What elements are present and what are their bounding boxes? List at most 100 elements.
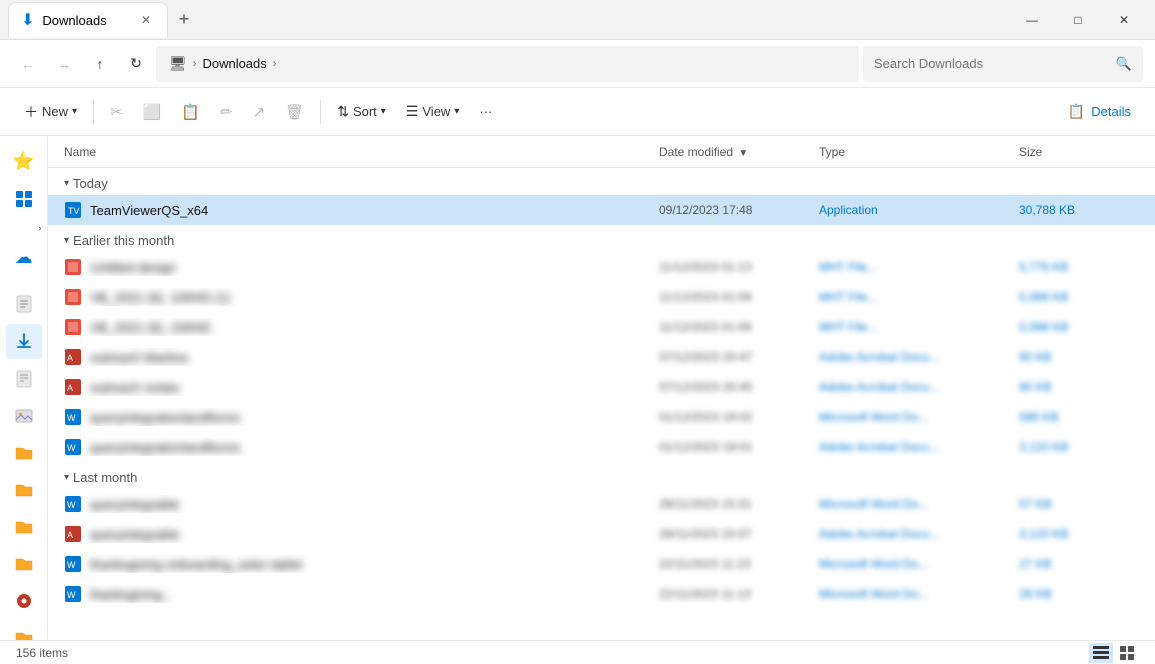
file-name-text: Untitled design xyxy=(90,260,176,275)
file-type: Microsoft Word Do... xyxy=(819,557,1019,571)
file-icon: W xyxy=(64,585,82,603)
file-date: 11/12/2023 01:09 xyxy=(659,290,819,304)
file-header: Name Date modified ▼ Type Size xyxy=(48,136,1155,168)
file-name-cell: A outreach Martina xyxy=(64,348,659,366)
sidebar-item-pictures[interactable] xyxy=(6,398,42,433)
file-icon: A xyxy=(64,348,82,366)
back-button[interactable]: ← xyxy=(12,48,44,80)
file-size: 3,120 KB xyxy=(1019,527,1139,541)
delete-button[interactable]: 🗑 xyxy=(277,96,312,128)
sort-chevron: ▾ xyxy=(381,106,386,117)
window-controls: — □ ✕ xyxy=(1009,4,1147,36)
new-button[interactable]: ＋ New ▾ xyxy=(16,96,85,128)
new-tab-button[interactable]: + xyxy=(168,4,200,36)
expand-icon[interactable]: › xyxy=(38,223,41,234)
sidebar-item-folder4[interactable] xyxy=(6,547,42,582)
file-size: 28 KB xyxy=(1019,587,1139,601)
section-last-month[interactable]: ▾ Last month xyxy=(48,462,1155,489)
sidebar-item-quick-access[interactable]: ⭐ xyxy=(6,144,42,179)
file-area[interactable]: Name Date modified ▼ Type Size ▾ Today T… xyxy=(48,136,1155,664)
file-date: 11/12/2023 01:13 xyxy=(659,260,819,274)
tab-close-button[interactable]: ✕ xyxy=(137,11,155,29)
nav-bar: ← → ↑ ↻ 🖥 › Downloads › 🔍 xyxy=(0,40,1155,88)
paste-icon: 📋 xyxy=(181,103,200,121)
file-icon: W xyxy=(64,555,82,573)
col-date[interactable]: Date modified ▼ xyxy=(659,145,819,159)
sidebar-item-gallery[interactable] xyxy=(6,181,42,216)
grid-view-button[interactable] xyxy=(1115,643,1139,663)
table-row[interactable]: VB_2021 (6), 100HD (1) 11/12/2023 01:09 … xyxy=(48,282,1155,312)
section-today[interactable]: ▾ Today xyxy=(48,168,1155,195)
details-button[interactable]: 📋 Details xyxy=(1060,96,1139,128)
col-name[interactable]: Name xyxy=(64,145,659,159)
tab-downloads[interactable]: ⬇ Downloads ✕ xyxy=(8,2,168,38)
details-label: Details xyxy=(1091,104,1131,119)
section-earlier-month[interactable]: ▾ Earlier this month xyxy=(48,225,1155,252)
file-type: Adobe Acrobat Docu... xyxy=(819,440,1019,454)
sidebar-item-downloads[interactable] xyxy=(6,324,42,359)
table-row[interactable]: W thanksgiving... 22/11/2023 11:13 Micro… xyxy=(48,579,1155,609)
copy-button[interactable]: ⬜ xyxy=(135,96,170,128)
table-row[interactable]: W thanksgiving onboarding_aster tablet 2… xyxy=(48,549,1155,579)
address-text: Downloads xyxy=(202,56,266,71)
view-chevron: ▾ xyxy=(454,106,459,117)
sidebar-item-folder3[interactable] xyxy=(6,509,42,544)
refresh-button[interactable]: ↻ xyxy=(120,48,152,80)
sidebar-item-folder2[interactable] xyxy=(6,472,42,507)
col-size[interactable]: Size xyxy=(1019,145,1139,159)
table-row[interactable]: A outreach notaio 07/12/2023 20:45 Adobe… xyxy=(48,372,1155,402)
list-view-button[interactable] xyxy=(1089,643,1113,663)
svg-text:A: A xyxy=(67,383,73,393)
sidebar-item-music[interactable] xyxy=(6,584,42,619)
file-type: Adobe Acrobat Docu... xyxy=(819,380,1019,394)
file-date: 01/12/2023 19:02 xyxy=(659,410,819,424)
file-name-text: outreach notaio xyxy=(90,380,180,395)
file-name-cell: TV TeamViewerQS_x64 xyxy=(64,201,659,219)
table-row[interactable]: Untitled design 11/12/2023 01:13 MHT Fil… xyxy=(48,252,1155,282)
table-row[interactable]: W queryintegrationlandforms 01/12/2023 1… xyxy=(48,432,1155,462)
tab-icon: ⬇ xyxy=(21,10,34,30)
sidebar-item-notes[interactable] xyxy=(6,361,42,396)
file-name-text: queryintegrationlandforms xyxy=(90,410,240,425)
more-button[interactable]: ··· xyxy=(471,96,500,128)
details-icon: 📋 xyxy=(1068,103,1085,120)
maximize-button[interactable]: □ xyxy=(1055,4,1101,36)
section-today-label: Today xyxy=(73,176,108,191)
table-row[interactable]: A outreach Martina 07/12/2023 20:47 Adob… xyxy=(48,342,1155,372)
file-type: Microsoft Word Do... xyxy=(819,410,1019,424)
file-name-text: TeamViewerQS_x64 xyxy=(90,203,208,218)
search-bar[interactable]: 🔍 xyxy=(863,46,1143,82)
table-row[interactable]: W queryintegrable 28/11/2023 15:31 Micro… xyxy=(48,489,1155,519)
share-button[interactable]: ↗ xyxy=(245,96,274,128)
sort-button[interactable]: ⇅ Sort ▾ xyxy=(329,96,394,128)
svg-text:TV: TV xyxy=(68,206,80,216)
address-bar[interactable]: 🖥 › Downloads › xyxy=(156,46,859,82)
sidebar-item-documents[interactable] xyxy=(6,287,42,322)
close-button[interactable]: ✕ xyxy=(1101,4,1147,36)
rename-button[interactable]: ✏ xyxy=(212,96,241,128)
cut-button[interactable]: ✂ xyxy=(102,96,131,128)
svg-text:W: W xyxy=(67,413,76,423)
file-size: 57 KB xyxy=(1019,497,1139,511)
file-type: MHT File... xyxy=(819,260,1019,274)
file-size: 586 KB xyxy=(1019,410,1139,424)
sidebar-item-folder1[interactable] xyxy=(6,435,42,470)
search-input[interactable] xyxy=(874,56,1110,71)
up-button[interactable]: ↑ xyxy=(84,48,116,80)
view-button[interactable]: ☰ View ▾ xyxy=(398,96,468,128)
table-row[interactable]: A queryintegrable 28/11/2023 15:07 Adobe… xyxy=(48,519,1155,549)
col-type[interactable]: Type xyxy=(819,145,1019,159)
forward-button[interactable]: → xyxy=(48,48,80,80)
table-row[interactable]: VB_2021 (6), 100HD 11/12/2023 01:06 MHT … xyxy=(48,312,1155,342)
chevron-last-month: ▾ xyxy=(64,472,69,483)
file-size: 5,778 KB xyxy=(1019,260,1139,274)
toolbar: ＋ New ▾ ✂ ⬜ 📋 ✏ ↗ 🗑 ⇅ Sort ▾ ☰ View ▾ ··… xyxy=(0,88,1155,136)
table-row[interactable]: W queryintegrationlandforms 01/12/2023 1… xyxy=(48,402,1155,432)
sidebar-item-onedrive[interactable]: ☁ xyxy=(6,240,42,275)
paste-button[interactable]: 📋 xyxy=(173,96,208,128)
file-date: 07/12/2023 20:47 xyxy=(659,350,819,364)
view-label: View xyxy=(422,104,450,119)
table-row[interactable]: TV TeamViewerQS_x64 09/12/2023 17:48 App… xyxy=(48,195,1155,225)
file-name-text: queryintegrationlandforms xyxy=(90,440,240,455)
minimize-button[interactable]: — xyxy=(1009,4,1055,36)
